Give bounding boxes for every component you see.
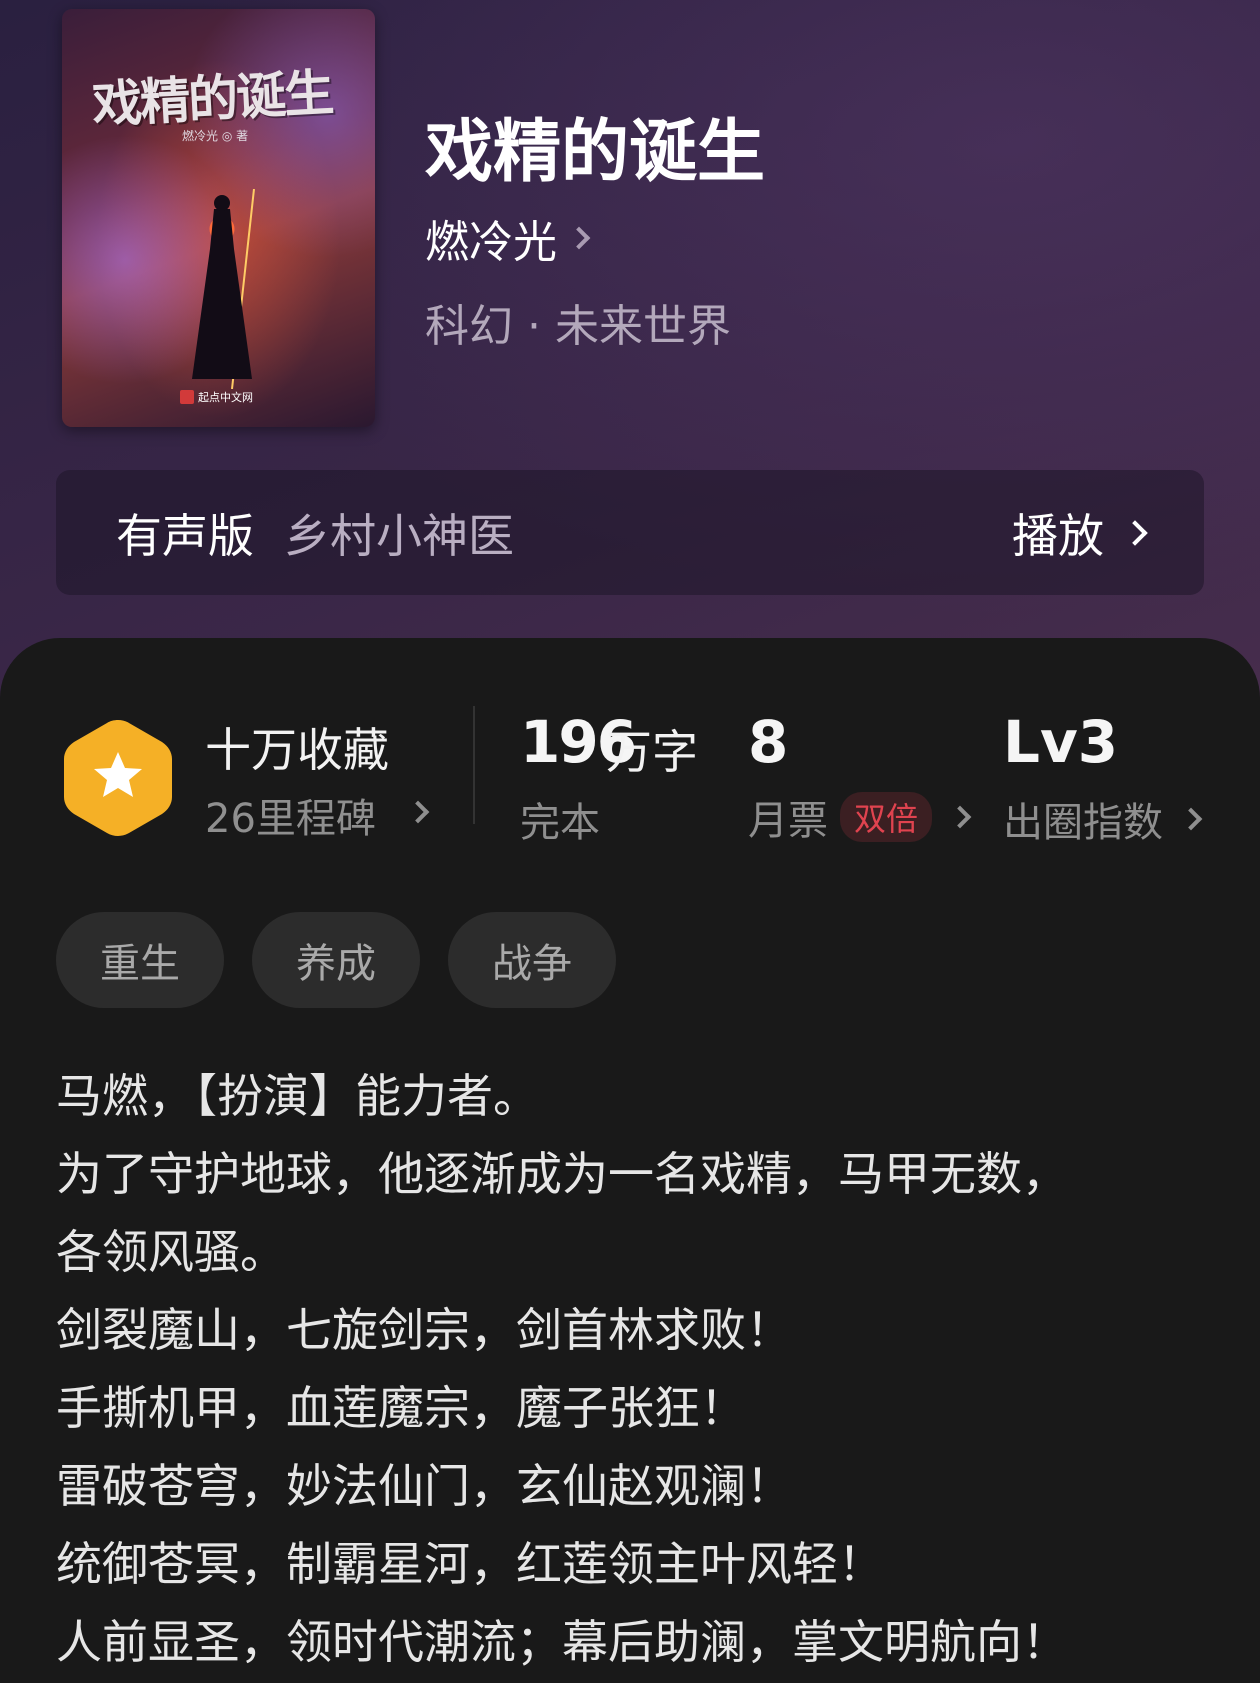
cover-publisher-name: 起点中文网 — [198, 391, 253, 404]
completion-status: 完本 — [520, 800, 600, 846]
synopsis-line: 统御苍冥，制霸星河，红莲领主叶风轻！ — [56, 1537, 884, 1591]
audio-version-label: 有声版 — [116, 508, 254, 563]
word-count-unit: 万字 — [606, 725, 698, 779]
synopsis-line: 雷破苍穹，妙法仙门，玄仙赵观澜！ — [56, 1459, 792, 1513]
double-votes-badge: 双倍 — [840, 792, 933, 842]
chevron-right-icon — [567, 226, 591, 250]
tag-chip[interactable]: 养成 — [252, 912, 420, 1008]
milestones-count[interactable]: 26里程碑 — [205, 786, 376, 844]
synopsis-line: 各领风骚。 — [56, 1225, 286, 1279]
chevron-right-icon — [948, 805, 972, 829]
monthly-votes-link[interactable]: 月票 双倍 — [748, 788, 972, 846]
audio-version-title: 乡村小神医 — [284, 508, 514, 563]
author-link[interactable]: 燃冷光 — [425, 206, 591, 270]
cover-author: 燃冷光 ◎ 著 — [182, 129, 249, 143]
author-name: 燃冷光 — [425, 217, 557, 268]
popularity-index-link[interactable]: 出圈指数 — [1003, 790, 1203, 848]
cover-title: 戏精的诞生 — [90, 62, 334, 135]
popularity-index-label: 出圈指数 — [1003, 800, 1163, 846]
play-label: 播放 — [1012, 508, 1104, 563]
synopsis-line: 为了守护地球，他逐渐成为一名戏精，马甲无数， — [56, 1147, 1068, 1201]
synopsis-line: 手撕机甲，血莲魔宗，魔子张狂！ — [56, 1381, 746, 1435]
cover-figure-illustration — [192, 189, 255, 389]
tag-list: 重生 养成 战争 — [56, 912, 616, 1008]
play-button[interactable]: 播放 — [1012, 500, 1148, 566]
tag-chip[interactable]: 战争 — [448, 912, 616, 1008]
tag-chip[interactable]: 重生 — [56, 912, 224, 1008]
book-genre[interactable]: 科幻 · 未来世界 — [425, 290, 731, 354]
synopsis-line: 马燃，【扮演】能力者。 — [56, 1069, 539, 1123]
chevron-right-icon — [1122, 519, 1148, 546]
chevron-right-icon — [1179, 807, 1203, 831]
audio-version-bar[interactable]: 有声版 乡村小神医 播放 — [56, 470, 1204, 595]
book-synopsis[interactable]: 马燃，【扮演】能力者。 为了守护地球，他逐渐成为一名戏精，马甲无数， 各领风骚。… — [56, 1057, 1216, 1681]
synopsis-line: 人前显圣，领时代潮流；幕后助澜，掌文明航向！ — [56, 1615, 1068, 1669]
book-detail-page: 戏精的诞生 燃冷光 ◎ 著 起点中文网 戏精的诞生 燃冷光 科幻 · 未来世界 … — [0, 0, 1260, 1683]
popularity-level-value[interactable]: Lv3 — [1003, 708, 1118, 776]
monthly-votes-value[interactable]: 8 — [748, 708, 788, 776]
star-badge-icon[interactable] — [62, 716, 174, 840]
book-title: 戏精的诞生 — [425, 112, 766, 192]
synopsis-line: 剑裂魔山，七旋剑宗，剑首林求败！ — [56, 1303, 792, 1357]
book-cover-image[interactable]: 戏精的诞生 燃冷光 ◎ 著 起点中文网 — [62, 9, 375, 427]
publisher-logo-icon — [180, 390, 194, 404]
favorites-count[interactable]: 十万收藏 — [205, 714, 389, 780]
cover-publisher: 起点中文网 — [180, 389, 253, 405]
stats-divider — [473, 706, 475, 824]
monthly-votes-label: 月票 — [748, 798, 828, 844]
